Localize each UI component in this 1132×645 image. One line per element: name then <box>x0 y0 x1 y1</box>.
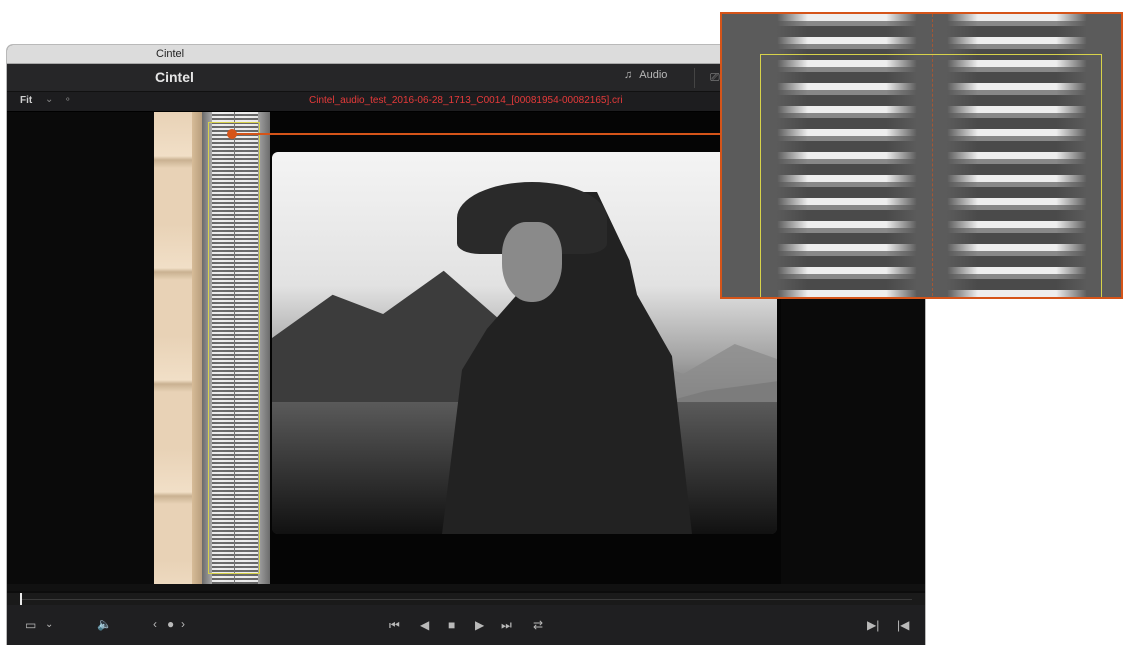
timeline-scrubber[interactable] <box>7 593 925 605</box>
play-icon[interactable]: ▶ <box>475 618 484 632</box>
face-shape <box>502 222 562 302</box>
film-frame <box>154 112 781 584</box>
music-note-icon: ♫ <box>624 69 633 81</box>
zoom-inset <box>720 12 1123 299</box>
transport-controls: ▭ ⌄ 🔈 ‹ ● › ⏮ ◀ ■ ▶ ⏭ ⇄ ▶| |◀ <box>7 605 925 645</box>
soundtrack-selection-box[interactable] <box>208 122 260 574</box>
settings-dot-icon[interactable]: ⚬ <box>64 94 72 105</box>
sprocket-edge <box>154 112 202 584</box>
app-name: Cintel <box>155 69 194 85</box>
audio-label: Audio <box>639 69 668 81</box>
prev-mark-icon[interactable]: ‹ <box>153 617 157 631</box>
loop-icon[interactable]: ⇄ <box>533 618 543 632</box>
jump-to-start-icon[interactable]: ⏮ <box>389 618 400 632</box>
window-title: Cintel <box>156 48 185 60</box>
viewport-bottom-edge <box>7 584 925 591</box>
film-picture <box>272 152 777 534</box>
chevron-down-icon[interactable]: ⌄ <box>45 94 53 105</box>
speaker-icon[interactable]: 🔈 <box>97 617 112 631</box>
mark-in-icon[interactable]: |◀ <box>897 618 909 632</box>
mark-dot-icon[interactable]: ● <box>167 617 174 631</box>
clip-filename: Cintel_audio_test_2016-06-28_1713_C0014_… <box>309 95 623 106</box>
playhead[interactable] <box>20 593 22 605</box>
audio-button[interactable]: ♫ Audio <box>624 69 667 81</box>
zoomed-selection-box <box>760 54 1102 297</box>
viewer-layout-icon[interactable]: ▭ <box>25 618 36 632</box>
scrubber-track <box>20 599 912 600</box>
stop-icon[interactable]: ■ <box>448 618 455 632</box>
callout-line <box>231 133 721 135</box>
callout-dot <box>227 129 237 139</box>
zoom-select[interactable]: Fit <box>20 95 32 106</box>
film-icon[interactable]: ⎚ <box>710 70 720 85</box>
mark-out-icon[interactable]: ▶| <box>867 618 879 632</box>
header-divider <box>694 68 695 88</box>
jump-to-end-icon[interactable]: ⏭ <box>501 618 512 632</box>
next-mark-icon[interactable]: › <box>181 617 185 631</box>
chevron-down-icon[interactable]: ⌄ <box>45 618 53 632</box>
step-back-icon[interactable]: ◀ <box>420 618 429 632</box>
